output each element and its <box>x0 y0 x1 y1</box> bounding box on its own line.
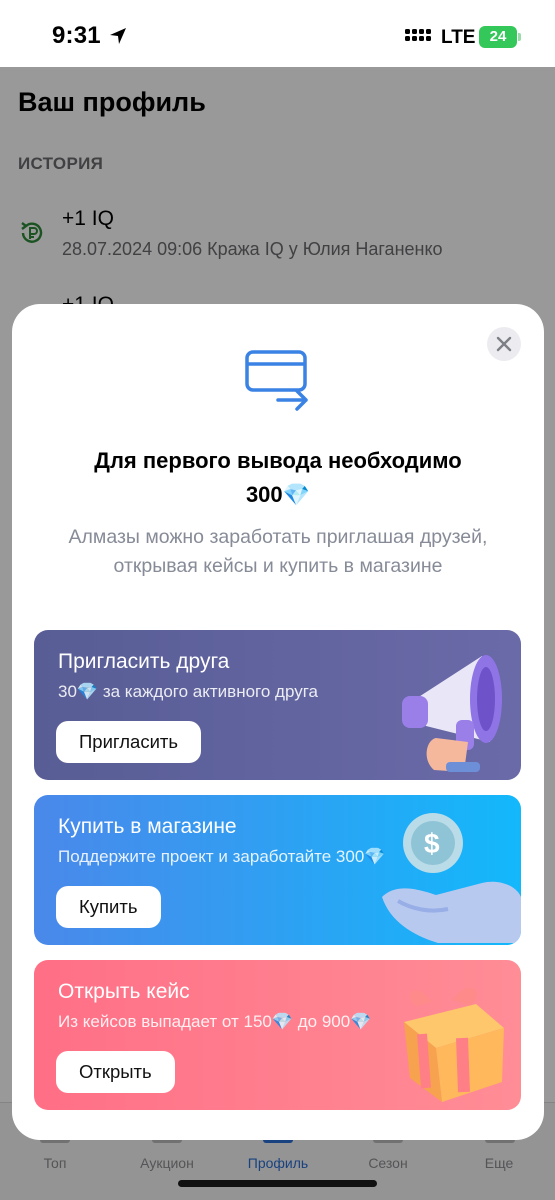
megaphone-icon <box>402 655 502 772</box>
card-description: 30💎 за каждого активного друга <box>58 682 319 701</box>
modal-title-line1: Для первого вывода необходимо <box>94 448 462 473</box>
invite-button[interactable]: Пригласить <box>56 721 202 763</box>
gift-box-icon <box>404 987 504 1102</box>
card-withdraw-icon <box>245 350 308 411</box>
diamond-icon: 💎 <box>350 1012 372 1031</box>
close-button[interactable] <box>487 327 521 361</box>
card-title: Пригласить друга <box>58 650 230 673</box>
modal-title-amount: 300 <box>245 482 283 507</box>
modal-title: Для первого вывода необходимо 300💎 <box>32 444 524 512</box>
status-bar: 9:31 LTE 24 <box>0 0 555 67</box>
shop-card[interactable]: Купить в магазине Поддержите проект и за… <box>34 795 521 945</box>
diamond-icon: 💎 <box>271 1012 294 1031</box>
modal-subtitle: Алмазы можно заработать приглашая друзей… <box>68 526 488 577</box>
invite-friend-card[interactable]: Пригласить друга 30💎 за каждого активног… <box>34 630 521 780</box>
open-case-card[interactable]: Открыть кейс Из кейсов выпадает от 150💎 … <box>34 960 521 1110</box>
diamond-icon: 💎 <box>364 847 386 866</box>
signal-icon <box>405 29 431 41</box>
diamond-icon: 💎 <box>282 482 311 507</box>
diamond-icon: 💎 <box>76 682 99 701</box>
open-button[interactable]: Открыть <box>56 1051 175 1093</box>
card-title: Открыть кейс <box>58 980 190 1003</box>
withdraw-modal: Для первого вывода необходимо 300💎 Алмаз… <box>12 304 544 1140</box>
buy-button[interactable]: Купить <box>56 886 161 928</box>
status-time: 9:31 <box>52 22 101 49</box>
battery-icon: 24 <box>479 26 521 48</box>
card-description: Поддержите проект и заработайте 300💎 <box>58 847 386 866</box>
home-indicator <box>178 1180 377 1187</box>
location-arrow-icon <box>110 28 126 44</box>
card-title: Купить в магазине <box>58 815 237 838</box>
hand-coin-icon: $ <box>382 813 521 943</box>
svg-text:$: $ <box>424 828 440 859</box>
close-icon <box>496 336 512 352</box>
network-type: LTE <box>441 27 476 48</box>
card-description: Из кейсов выпадает от 150💎 до 900💎 <box>58 1012 372 1031</box>
